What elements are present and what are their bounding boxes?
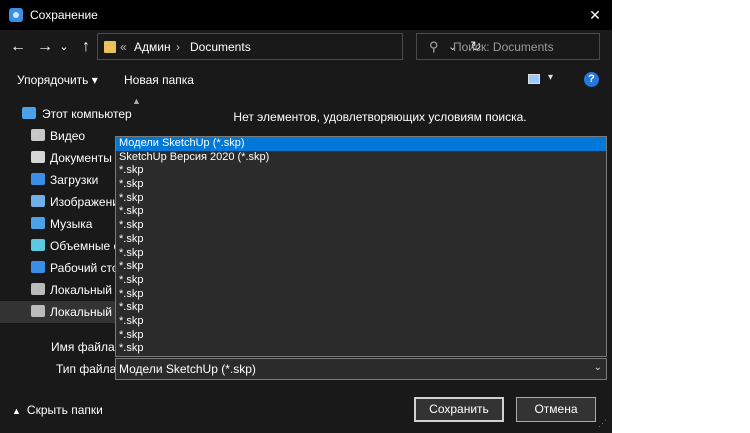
sidebar-item-this-pc[interactable]: Этот компьютер <box>0 103 147 125</box>
command-bar: Упорядочить ▾ Новая папка ▾ ? <box>0 66 612 94</box>
breadcrumb-admin[interactable]: Админ <box>134 40 171 54</box>
hide-folders-button[interactable]: ▲ Скрыть папки <box>12 403 103 417</box>
hide-folders-label: Скрыть папки <box>26 403 103 417</box>
search-icon: ⚲ <box>429 39 439 54</box>
music-icon <box>31 217 45 229</box>
sidebar-item-label: Видео <box>50 129 86 143</box>
filetype-option[interactable]: *.skp <box>116 260 606 274</box>
close-button[interactable]: ✕ <box>584 4 606 26</box>
computer-icon <box>22 107 36 119</box>
filetype-dropdown-list: Модели SketchUp (*.skp) SketchUp Версия 2… <box>115 136 607 357</box>
filetype-option[interactable]: *.skp <box>116 301 606 315</box>
filetype-option[interactable]: SketchUp Версия 2020 (*.skp) <box>116 151 606 165</box>
recent-locations-button[interactable]: ⌄ <box>57 36 71 58</box>
back-button[interactable]: ← <box>8 36 28 58</box>
empty-results-message: Нет элементов, удовлетворяющих условиям … <box>233 110 527 124</box>
breadcrumb-separator[interactable]: › <box>176 40 180 54</box>
breadcrumb-overflow[interactable]: « <box>120 40 127 54</box>
search-box[interactable]: ⚲ Поиск: Documents <box>416 33 600 60</box>
filetype-option[interactable]: *.skp <box>116 274 606 288</box>
chevron-down-icon[interactable]: ⌄ <box>594 362 602 373</box>
navigation-bar: ← → ⌄ ↑ « Админ › Documents ⌄ ↻ ⚲ Поиск:… <box>0 30 612 64</box>
forward-button[interactable]: → <box>35 36 55 58</box>
filetype-option[interactable]: *.skp <box>116 288 606 302</box>
cancel-button[interactable]: Отмена <box>516 397 596 422</box>
pictures-icon <box>31 195 45 207</box>
filetype-selected-value: Модели SketchUp (*.skp) <box>119 362 256 376</box>
filetype-option[interactable]: *.skp <box>116 192 606 206</box>
view-dropdown-icon[interactable]: ▾ <box>548 72 553 83</box>
new-folder-button[interactable]: Новая папка <box>124 73 194 87</box>
filetype-option[interactable]: Модели SketchUp (*.skp) <box>116 137 606 151</box>
filetype-option[interactable]: *.skp <box>116 247 606 261</box>
filename-label: Имя файла: <box>51 340 118 354</box>
local-disk-icon <box>31 305 45 317</box>
title-bar: Сохранение ✕ <box>0 0 612 30</box>
address-bar[interactable]: « Админ › Documents ⌄ ↻ <box>97 33 482 60</box>
resize-grip-icon[interactable]: ⋰ <box>598 418 607 429</box>
filetype-option[interactable]: *.skp <box>116 164 606 178</box>
filetype-select[interactable]: Модели SketchUp (*.skp) ⌄ <box>115 358 607 380</box>
up-button[interactable]: ↑ <box>76 36 96 58</box>
view-options-icon[interactable] <box>528 74 540 84</box>
search-placeholder: Поиск: Documents <box>453 40 554 54</box>
filetype-option[interactable]: *.skp <box>116 219 606 233</box>
chevron-up-icon: ▲ <box>12 406 21 416</box>
downloads-icon <box>31 173 45 185</box>
save-button[interactable]: Сохранить <box>414 397 504 422</box>
filetype-option[interactable]: *.skp <box>116 329 606 343</box>
folder-icon <box>104 41 116 53</box>
filetype-option[interactable]: *.skp <box>116 205 606 219</box>
save-dialog: Сохранение ✕ ← → ⌄ ↑ « Админ › Documents… <box>0 0 612 433</box>
documents-icon <box>31 151 45 163</box>
sketchup-app-icon <box>9 8 23 22</box>
desktop-icon <box>31 261 45 273</box>
local-disk-icon <box>31 283 45 295</box>
help-icon[interactable]: ? <box>584 72 599 87</box>
sidebar-item-label: Документы <box>50 151 112 165</box>
filetype-option[interactable]: *.skp <box>116 178 606 192</box>
sidebar-item-label: Музыка <box>50 217 93 231</box>
3d-objects-icon <box>31 239 45 251</box>
filetype-option[interactable]: *.skp <box>116 233 606 247</box>
sidebar-item-label: Загрузки <box>50 173 99 187</box>
organize-button[interactable]: Упорядочить ▾ <box>17 73 98 87</box>
filetype-label: Тип файла: <box>56 362 120 376</box>
filetype-option[interactable]: *.skp <box>116 315 606 329</box>
sidebar-item-label: Этот компьютер <box>42 107 132 121</box>
video-icon <box>31 129 45 141</box>
breadcrumb-documents[interactable]: Documents <box>190 40 251 54</box>
window-title: Сохранение <box>30 8 98 22</box>
filetype-option[interactable]: *.skp <box>116 342 606 356</box>
